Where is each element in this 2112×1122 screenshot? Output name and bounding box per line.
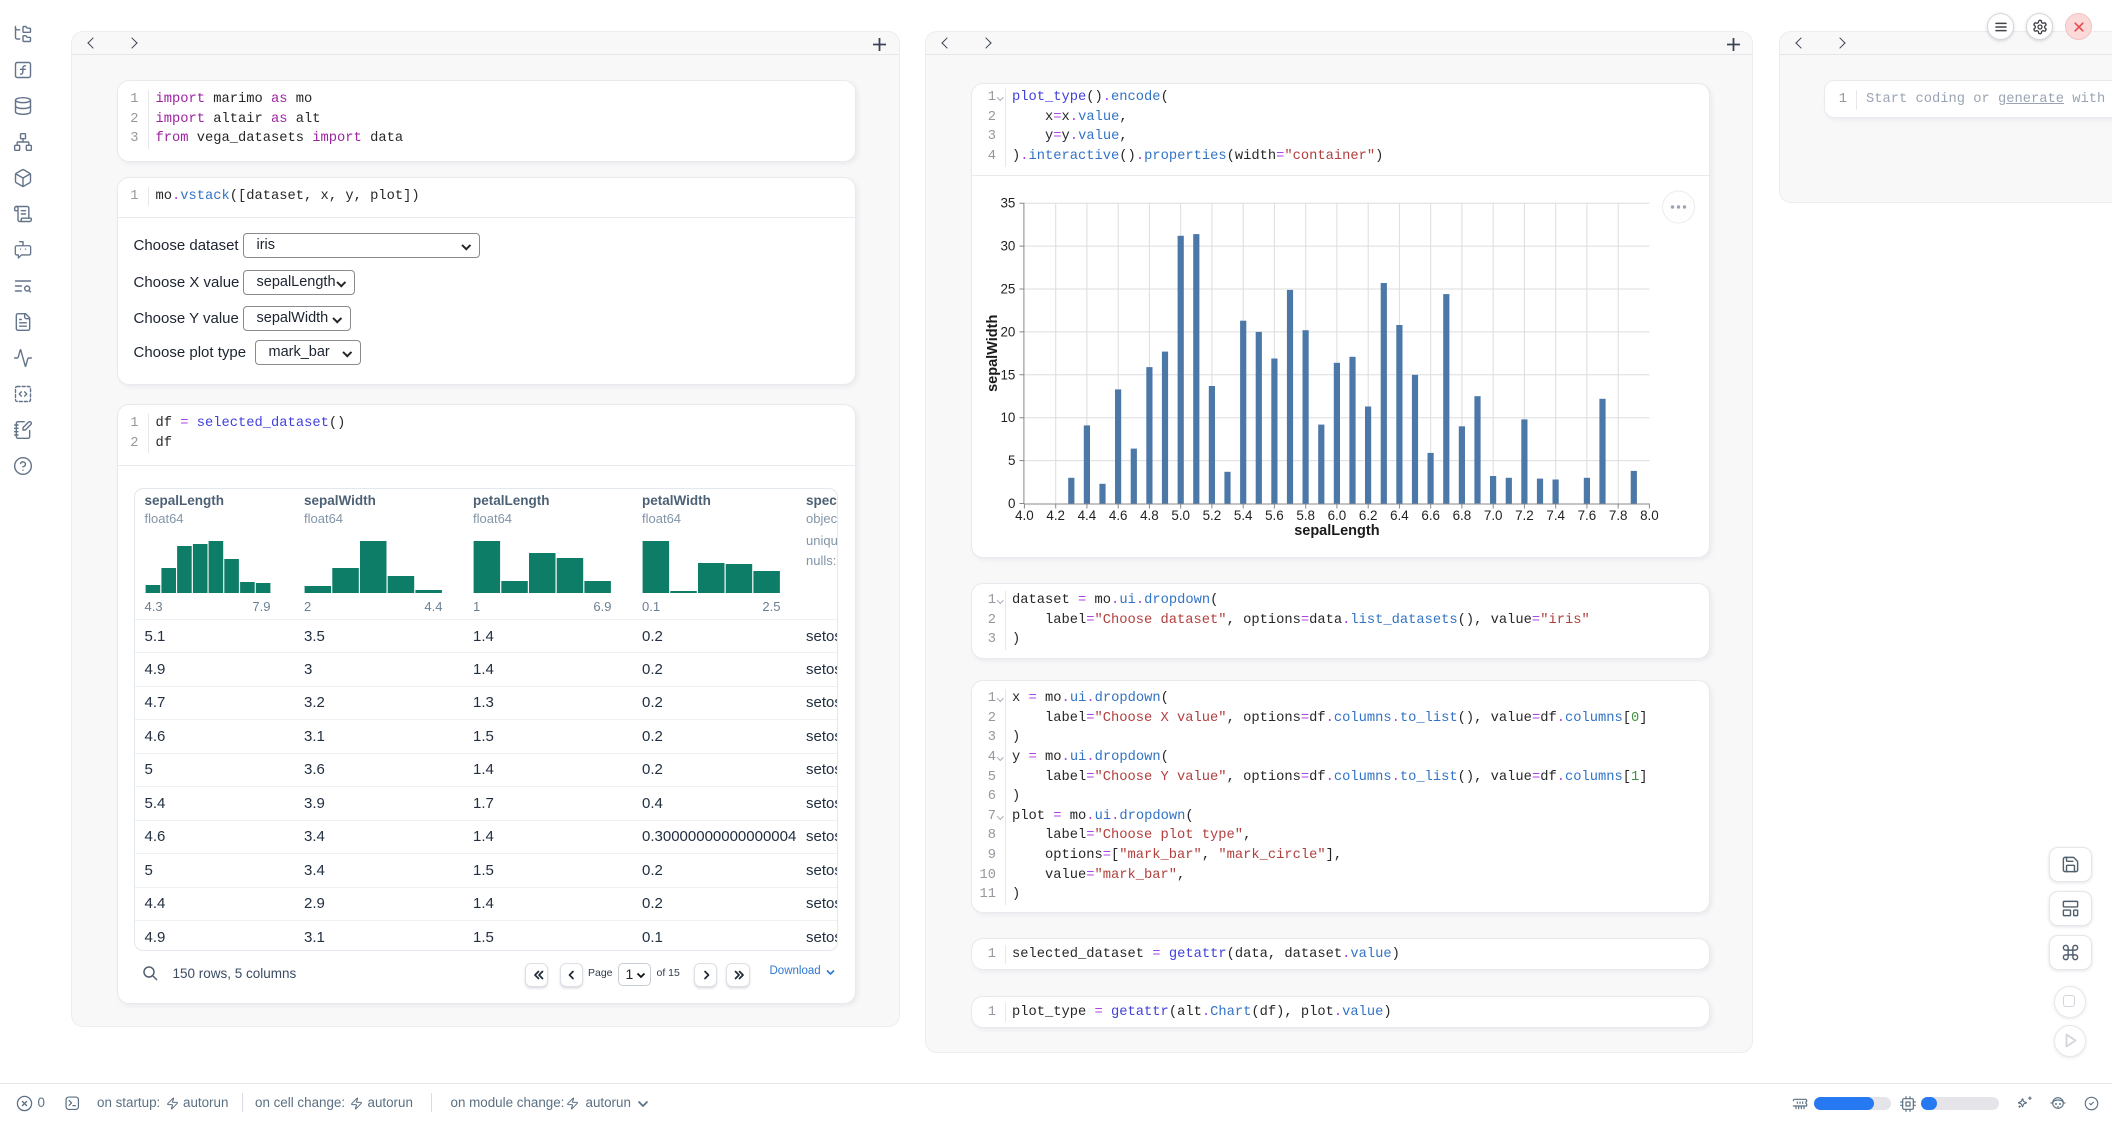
svg-text:8.0: 8.0 xyxy=(1640,508,1659,523)
svg-text:5.8: 5.8 xyxy=(1296,508,1315,523)
svg-text:6.8: 6.8 xyxy=(1452,508,1471,523)
svg-text:10: 10 xyxy=(1000,410,1015,425)
svg-text:4.2: 4.2 xyxy=(1046,508,1065,523)
svg-text:4.6: 4.6 xyxy=(1108,508,1127,523)
svg-text:6.6: 6.6 xyxy=(1421,508,1440,523)
svg-text:4.0: 4.0 xyxy=(1015,508,1034,523)
svg-text:4.8: 4.8 xyxy=(1140,508,1159,523)
svg-text:6.0: 6.0 xyxy=(1327,508,1346,523)
svg-text:6.4: 6.4 xyxy=(1390,508,1409,523)
svg-text:7.2: 7.2 xyxy=(1515,508,1534,523)
svg-text:7.8: 7.8 xyxy=(1608,508,1627,523)
svg-text:5.4: 5.4 xyxy=(1233,508,1252,523)
svg-text:7.4: 7.4 xyxy=(1546,508,1565,523)
svg-text:6.2: 6.2 xyxy=(1358,508,1377,523)
svg-text:5.2: 5.2 xyxy=(1202,508,1221,523)
svg-text:35: 35 xyxy=(1000,195,1015,210)
svg-text:5.0: 5.0 xyxy=(1171,508,1190,523)
svg-text:25: 25 xyxy=(1000,281,1015,296)
svg-text:7.0: 7.0 xyxy=(1483,508,1502,523)
svg-text:15: 15 xyxy=(1000,367,1015,382)
svg-text:sepalWidth: sepalWidth xyxy=(985,314,1001,391)
svg-text:sepalLength: sepalLength xyxy=(1294,523,1379,539)
svg-text:5.6: 5.6 xyxy=(1265,508,1284,523)
svg-text:4.4: 4.4 xyxy=(1077,508,1096,523)
svg-text:5: 5 xyxy=(1007,453,1014,468)
svg-text:7.6: 7.6 xyxy=(1577,508,1596,523)
svg-text:20: 20 xyxy=(1000,324,1015,339)
svg-text:30: 30 xyxy=(1000,238,1015,253)
svg-text:0: 0 xyxy=(1007,496,1014,511)
